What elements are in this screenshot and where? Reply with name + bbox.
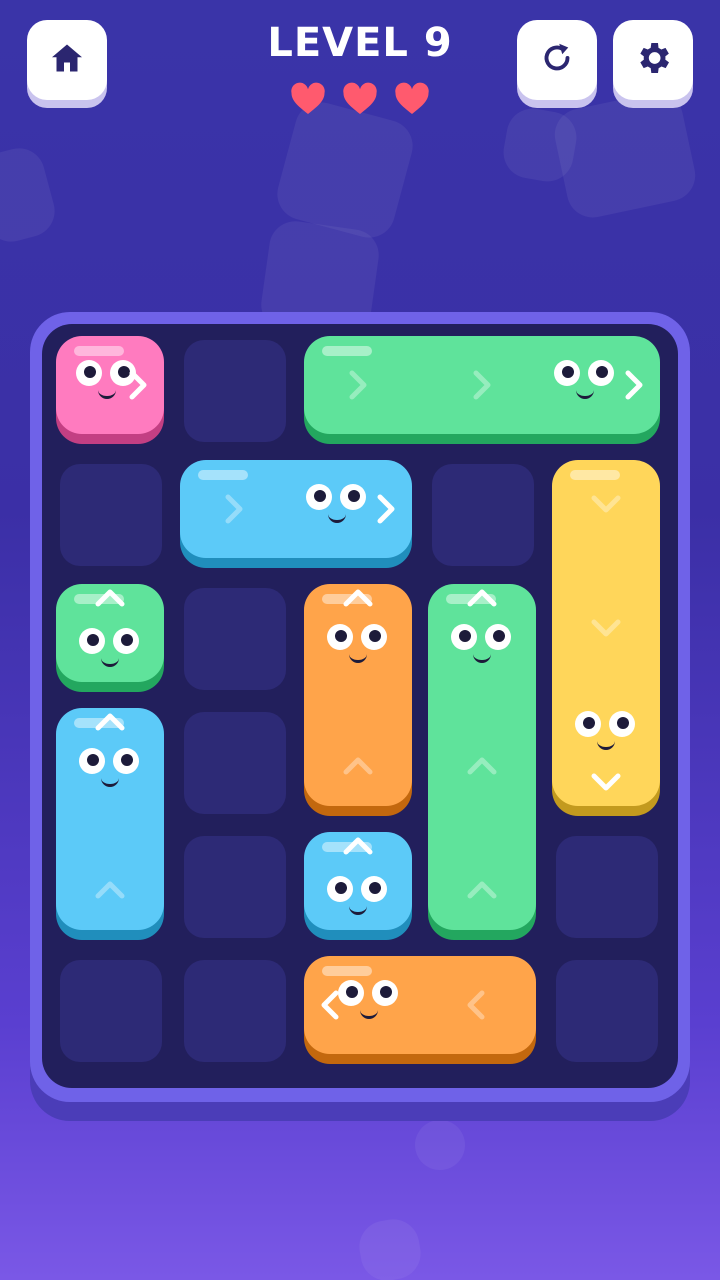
eye — [79, 748, 105, 774]
block-yellow-v[interactable] — [552, 460, 660, 806]
eye — [588, 360, 614, 386]
direction-arrow-icon — [90, 578, 130, 618]
block-face — [571, 711, 641, 761]
lives-indicator — [290, 82, 430, 120]
block-pink-1[interactable] — [56, 336, 164, 434]
block-face — [75, 628, 145, 678]
level-title: LEVEL 9 — [267, 20, 453, 66]
mouth — [349, 906, 367, 915]
background-decoration — [549, 87, 701, 223]
restart-icon — [539, 40, 575, 80]
eye — [554, 360, 580, 386]
block-blue-h[interactable] — [180, 460, 412, 558]
block-green-small[interactable] — [56, 584, 164, 682]
eye — [575, 711, 601, 737]
direction-arrow-icon — [462, 578, 502, 618]
direction-hint-icon — [586, 484, 626, 524]
board-cell — [60, 960, 162, 1062]
direction-arrow-icon — [586, 762, 626, 802]
eye — [609, 711, 635, 737]
home-icon — [49, 40, 85, 80]
restart-button[interactable] — [517, 20, 597, 100]
heart-icon — [290, 82, 326, 120]
direction-arrow-icon — [338, 826, 378, 866]
eye — [372, 980, 398, 1006]
block-face — [447, 624, 517, 674]
block-face — [550, 360, 620, 410]
eye — [306, 484, 332, 510]
board-cell — [184, 340, 286, 442]
mouth — [597, 741, 615, 750]
mouth — [101, 778, 119, 787]
mouth — [98, 390, 116, 399]
board-cell — [432, 464, 534, 566]
settings-button[interactable] — [613, 20, 693, 100]
direction-arrow-icon — [614, 365, 654, 405]
direction-hint-icon — [462, 746, 502, 786]
direction-arrow-icon — [338, 578, 378, 618]
block-face — [323, 624, 393, 674]
eye — [113, 628, 139, 654]
eye — [76, 360, 102, 386]
heart-icon — [394, 82, 430, 120]
mouth — [328, 514, 346, 523]
board-cell — [184, 960, 286, 1062]
eye — [485, 624, 511, 650]
eye — [361, 624, 387, 650]
eye — [79, 628, 105, 654]
mouth — [360, 1010, 378, 1019]
block-shine — [570, 470, 620, 480]
board-cell — [556, 836, 658, 938]
block-face — [75, 748, 145, 798]
background-decoration — [411, 1116, 469, 1174]
mouth — [349, 654, 367, 663]
eye — [327, 624, 353, 650]
block-orange-h[interactable] — [304, 956, 536, 1054]
eye — [361, 876, 387, 902]
eye — [327, 876, 353, 902]
board-cell — [184, 712, 286, 814]
background-decoration — [355, 1215, 425, 1280]
block-shine — [198, 470, 248, 480]
block-blue-small[interactable] — [304, 832, 412, 930]
home-button[interactable] — [27, 20, 107, 100]
background-decoration — [0, 142, 61, 248]
direction-hint-icon — [462, 870, 502, 910]
direction-hint-icon — [214, 489, 254, 529]
block-green-v[interactable] — [428, 584, 536, 930]
direction-hint-icon — [586, 608, 626, 648]
direction-hint-icon — [462, 365, 502, 405]
direction-hint-icon — [338, 746, 378, 786]
board-cell — [184, 588, 286, 690]
direction-arrow-icon — [118, 365, 158, 405]
mouth — [473, 654, 491, 663]
heart-icon — [342, 82, 378, 120]
board-cell — [556, 960, 658, 1062]
direction-hint-icon — [456, 985, 496, 1025]
block-shine — [74, 346, 124, 356]
board-cell — [184, 836, 286, 938]
direction-arrow-icon — [310, 985, 350, 1025]
eye — [451, 624, 477, 650]
block-blue-v[interactable] — [56, 708, 164, 930]
block-shine — [322, 346, 372, 356]
direction-hint-icon — [338, 365, 378, 405]
eye — [340, 484, 366, 510]
block-orange-v[interactable] — [304, 584, 412, 806]
eye — [113, 748, 139, 774]
direction-arrow-icon — [366, 489, 406, 529]
block-green-h[interactable] — [304, 336, 660, 434]
board-cell — [60, 464, 162, 566]
block-face — [323, 876, 393, 926]
direction-hint-icon — [90, 870, 130, 910]
mouth — [101, 658, 119, 667]
block-shine — [322, 966, 372, 976]
gear-icon — [633, 38, 673, 82]
mouth — [576, 390, 594, 399]
direction-arrow-icon — [90, 702, 130, 742]
block-face — [302, 484, 372, 534]
